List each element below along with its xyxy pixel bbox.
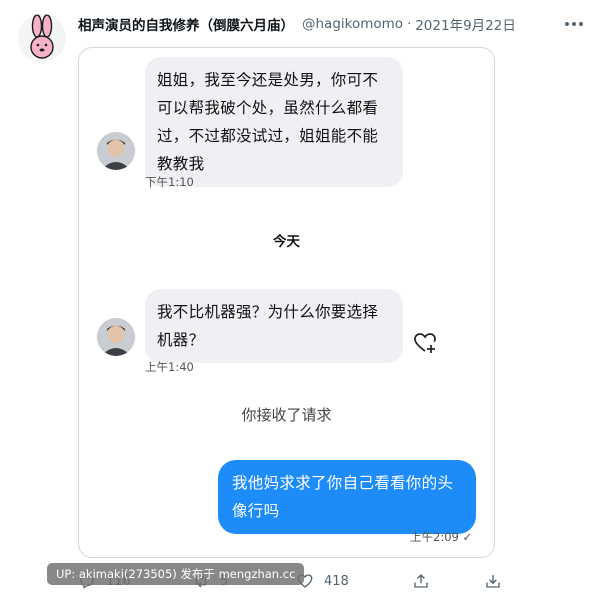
message-bubble-outgoing: 我他妈求求了你自己看看你的头 像行吗: [218, 460, 476, 534]
share-icon: [414, 574, 428, 588]
download-button[interactable]: [484, 568, 502, 594]
author-handle[interactable]: @hagikomomo: [302, 16, 403, 32]
message-line: 我不比机器强？为什么你要选择: [157, 303, 379, 321]
message-line: 像行吗: [232, 502, 280, 520]
share-button[interactable]: [412, 568, 430, 594]
message-line: 过，不过都没试过，姐姐能不能: [157, 127, 379, 145]
watermark-label: UP: akimaki(273505) 发布于 mengzhan.cc: [47, 563, 305, 585]
day-separator: 今天: [273, 234, 300, 250]
message-time: 下午1:10: [145, 175, 194, 189]
message-bubble-incoming: 我不比机器强？为什么你要选择 机器？: [145, 289, 403, 363]
tweet-header: 相声演员的自我修养（倒膜六月庙） @hagikomomo · 2021年9月22…: [78, 13, 548, 35]
message-time: 上午2:09 ✓: [410, 530, 473, 544]
download-icon: [486, 575, 500, 588]
react-button[interactable]: [412, 330, 438, 360]
more-horizontal-icon: [564, 22, 585, 26]
message-line: 可以帮我破个处，虽然什么都看: [157, 99, 379, 117]
person-photo-icon: [97, 132, 135, 170]
message-bubble-incoming: 姐姐，我至今还是处男，你可不 可以帮我破个处，虽然什么都看 过，不过都没试过，姐…: [145, 57, 403, 187]
message-line: 我他妈求求了你自己看看你的头: [232, 474, 454, 492]
pink-bunny-avatar-icon: [30, 14, 54, 59]
author-name[interactable]: 相声演员的自我修养（倒膜六月庙）: [78, 14, 294, 34]
author-avatar[interactable]: [18, 14, 66, 62]
chat-partner-avatar: [97, 132, 135, 170]
tweet-media-image[interactable]: 姐姐，我至今还是处男，你可不 可以帮我破个处，虽然什么都看 过，不过都没试过，姐…: [78, 47, 495, 558]
like-count: 418: [324, 573, 349, 589]
message-line: 机器？: [157, 331, 205, 349]
message-line: 姐姐，我至今还是处男，你可不: [157, 71, 379, 89]
person-photo-icon: [97, 318, 135, 356]
message-time: 上午1:40: [145, 360, 194, 374]
heart-plus-icon: [414, 333, 436, 353]
header-separator: ·: [407, 16, 412, 32]
more-button[interactable]: [560, 10, 588, 38]
tweet-date[interactable]: 2021年9月22日: [415, 14, 516, 34]
chat-partner-avatar: [97, 318, 135, 356]
request-accepted-notice: 你接收了请求: [241, 406, 332, 424]
